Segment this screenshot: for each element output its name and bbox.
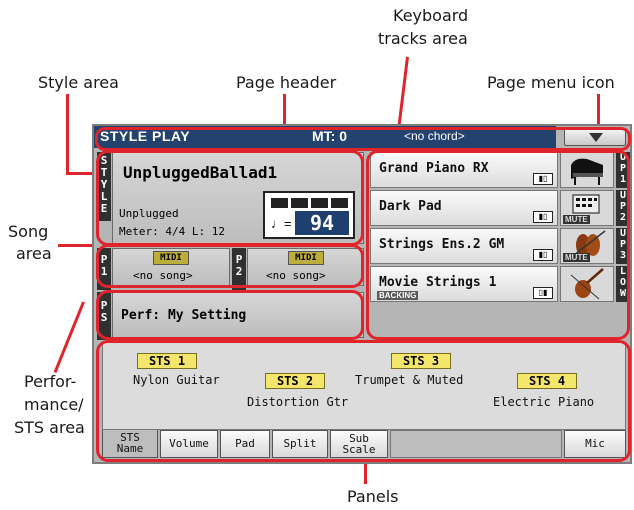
master-transpose: MT: 0 [312,128,347,144]
style-panel[interactable]: UnpluggedBallad1 Unplugged Meter: 4/4 L:… [112,152,364,244]
sts-button-2[interactable]: STS 2 [265,373,325,389]
tab-mic[interactable]: Mic [564,430,626,458]
song-player-1[interactable]: MIDI <no song> [112,248,230,286]
player1-label: P1 [97,248,111,290]
sts-button-3[interactable]: STS 3 [391,353,451,369]
callout-perf-2: mance/ [24,395,84,414]
track-label-up1: UP1 [616,152,630,188]
violin-icon[interactable] [560,266,614,302]
leader-song-area [58,244,94,247]
keyboard-range-icon: ▮▯ [533,211,553,223]
song-name-1: <no song> [133,269,193,282]
tab-sub-scale[interactable]: Sub Scale [330,430,388,458]
backing-badge: BACKING [377,291,419,300]
style-category: Unplugged [119,207,179,220]
page-title: STYLE PLAY [100,128,191,144]
tempo-symbol: ♩= [271,216,292,231]
sts-panel: STS 1 Nylon Guitar STS 2 Distortion Gtr … [102,342,626,430]
style-side-label: STYLE [97,152,111,221]
beat-led-2 [291,198,308,208]
tab-sts-name[interactable]: STS Name [102,430,158,458]
track-name: Movie Strings 1 [379,275,497,290]
track-label-low: LOW [616,266,630,302]
sts-name-4: Electric Piano [493,395,595,409]
tab-empty [390,430,562,458]
callout-style-area: Style area [38,73,119,92]
style-meter: Meter: 4/4 L: 12 [119,225,225,238]
track-name: Dark Pad [379,199,442,214]
mute-badge: MUTE [563,215,590,224]
perf-side-label: PS [97,292,111,340]
performance-panel[interactable]: Perf: My Setting [112,292,364,338]
chord-display: <no chord> [404,129,465,143]
midi-badge-1: MIDI [153,251,189,265]
track-up2[interactable]: Dark Pad ▮▯ [370,190,558,226]
track-name: Strings Ens.2 GM [379,237,505,252]
keyboard-range-icon: ▮▯ [533,249,553,261]
sts-name-2: Distortion Gtr [247,395,349,409]
callout-panels: Panels [347,487,399,506]
sts-button-1[interactable]: STS 1 [137,353,197,369]
chevron-down-icon [589,133,603,142]
tempo-box[interactable]: ♩= 94 [263,191,355,239]
leader-performance [53,301,85,374]
strings-icon[interactable]: MUTE [560,228,614,264]
callout-song-area-1: Song [8,222,49,241]
beat-led-3 [311,198,328,208]
keyboard-range-icon: ▯▮ [533,287,553,299]
song-name-2: <no song> [266,269,326,282]
beat-led-1 [271,198,288,208]
sts-button-4[interactable]: STS 4 [517,373,577,389]
callout-perf-3: STS area [14,418,85,437]
page-menu-button[interactable] [564,128,626,146]
leader-page-menu [597,94,600,128]
page-header: STYLE PLAY MT: 0 <no chord> [94,126,556,148]
tab-split[interactable]: Split [272,430,328,458]
song-player-2[interactable]: MIDI <no song> [247,248,364,286]
tab-pad[interactable]: Pad [220,430,270,458]
performance-name: Perf: My Setting [121,308,247,323]
sts-name-3: Trumpet & Muted [355,373,464,387]
beat-led-4 [331,198,348,208]
callout-page-header: Page header [236,73,337,92]
callout-page-menu-icon: Page menu icon [487,73,615,92]
track-low[interactable]: Movie Strings 1 BACKING ▯▮ [370,266,558,302]
piano-icon[interactable] [560,152,614,188]
callout-song-area-2: area [16,244,52,263]
tab-volume[interactable]: Volume [160,430,218,458]
mute-badge: MUTE [563,253,590,262]
callout-keyboard-tracks-1: Keyboard [393,6,469,25]
player2-label: P2 [232,248,246,290]
display-screen: STYLE PLAY MT: 0 <no chord> STYLE Unplug… [92,124,632,464]
tempo-value: 94 [295,211,349,235]
callout-perf-1: Perfor- [24,372,77,391]
track-label-up3: UP3 [616,228,630,264]
keyboard-range-icon: ▮▯ [533,173,553,185]
leader-panels [364,462,367,484]
track-up1[interactable]: Grand Piano RX ▮▯ [370,152,558,188]
pad-icon[interactable]: MUTE [560,190,614,226]
midi-badge-2: MIDI [288,251,324,265]
callout-keyboard-tracks-2: tracks area [378,29,468,48]
track-label-up2: UP2 [616,190,630,226]
track-up3[interactable]: Strings Ens.2 GM ▮▯ [370,228,558,264]
style-name: UnpluggedBallad1 [123,163,278,182]
track-name: Grand Piano RX [379,161,489,176]
sts-name-1: Nylon Guitar [133,373,220,387]
leader-style-v [66,94,69,174]
